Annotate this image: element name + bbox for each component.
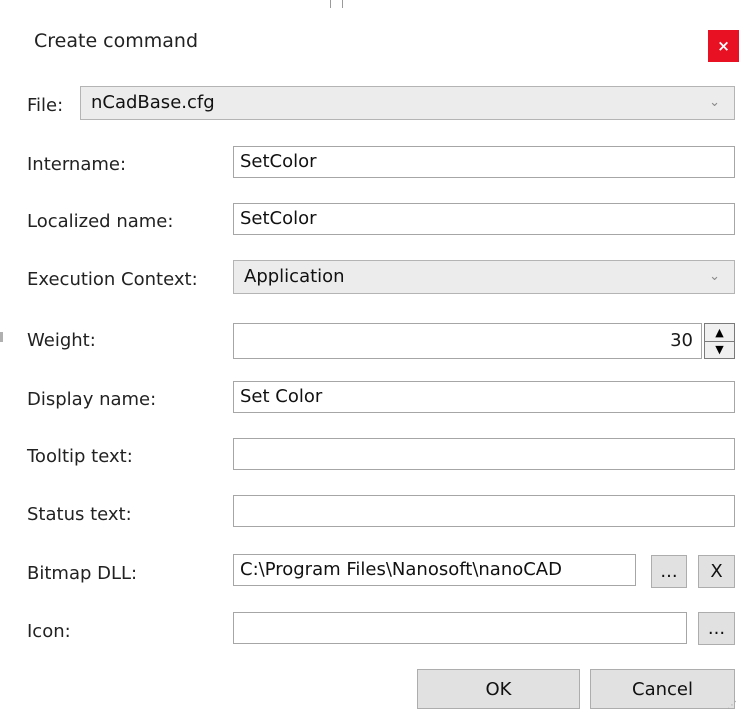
localized-name-label: Localized name: [27,211,174,232]
weight-input[interactable]: 30 [233,323,702,359]
tooltip-text-input[interactable] [233,438,735,470]
intername-input[interactable]: SetColor [233,146,735,178]
ok-button[interactable]: OK [417,669,580,709]
weight-spinner[interactable]: ▲ ▼ [704,323,735,359]
tooltip-text-label: Tooltip text: [27,446,133,467]
close-button[interactable]: × [708,30,739,62]
status-text-input[interactable] [233,495,735,527]
bitmap-dll-label: Bitmap DLL: [27,563,138,584]
execution-context-label: Execution Context: [27,269,198,290]
separator [330,0,331,8]
file-value: nCadBase.cfg [91,92,215,113]
icon-label: Icon: [27,621,71,642]
separator [342,0,343,8]
spin-down-icon[interactable]: ▼ [704,340,735,359]
cancel-button[interactable]: Cancel [590,669,735,709]
localized-name-input[interactable]: SetColor [233,203,735,235]
bitmap-clear-button[interactable]: X [698,555,735,588]
status-text-label: Status text: [27,504,132,525]
spin-up-icon[interactable]: ▲ [704,323,735,341]
resize-grip-icon[interactable]: ⋰ [727,700,737,711]
execution-context-combo[interactable]: Application ⌄ [233,260,735,294]
intername-label: Intername: [27,154,127,175]
chevron-down-icon: ⌄ [709,95,720,110]
display-name-label: Display name: [27,389,157,410]
execution-context-value: Application [244,266,345,287]
file-label: File: [27,95,64,116]
dialog-title: Create command [34,30,199,52]
weight-label: Weight: [27,330,96,351]
chevron-down-icon: ⌄ [709,269,720,284]
display-name-input[interactable]: Set Color [233,381,735,413]
icon-browse-button[interactable]: ... [698,612,735,645]
bitmap-dll-input[interactable]: C:\Program Files\Nanosoft\nanoCAD [233,554,636,586]
window-edge-mark [0,332,3,342]
close-icon: × [717,37,730,55]
background-window-strip [0,0,739,8]
file-combo[interactable]: nCadBase.cfg ⌄ [80,86,735,120]
bitmap-browse-button[interactable]: ... [651,555,687,588]
icon-input[interactable] [233,612,687,644]
